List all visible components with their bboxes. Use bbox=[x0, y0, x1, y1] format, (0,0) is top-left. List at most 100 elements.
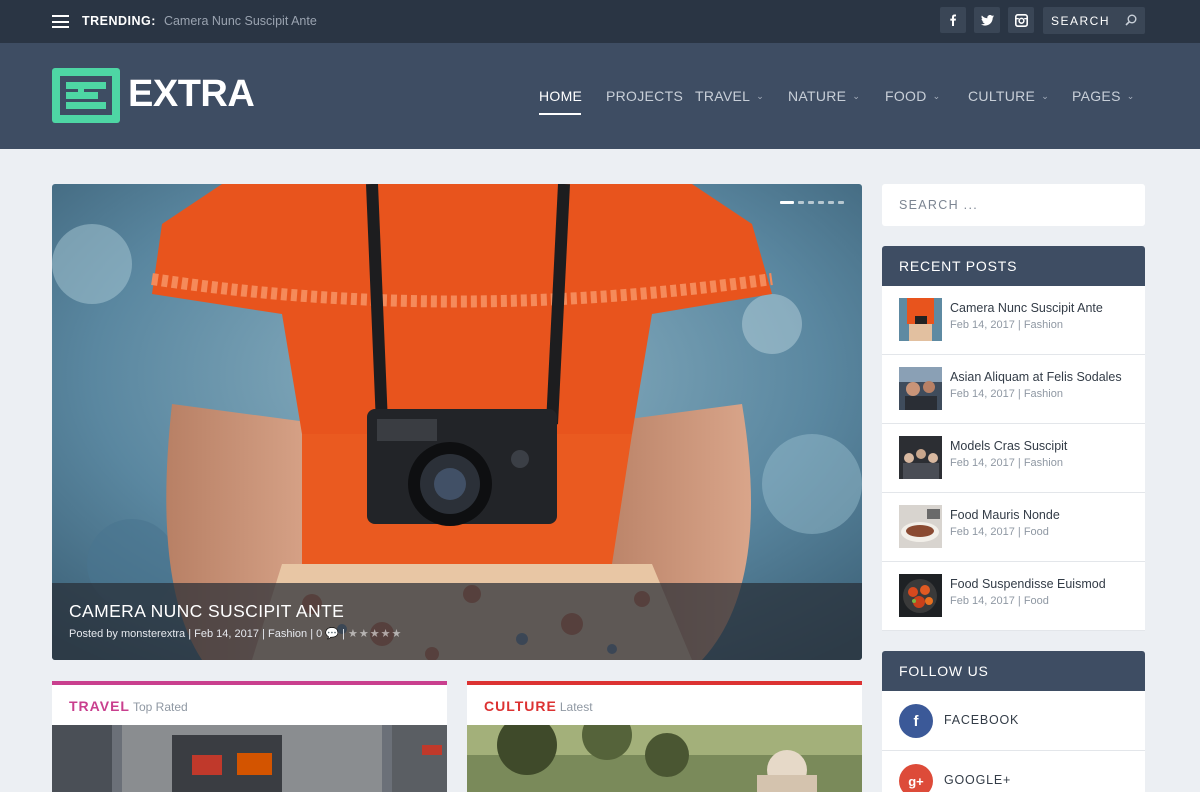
post-thumbnail[interactable] bbox=[899, 298, 942, 341]
logo-icon[interactable] bbox=[52, 68, 120, 123]
google-plus-icon: g+ bbox=[899, 764, 933, 792]
sidebar-search bbox=[882, 184, 1145, 226]
widget-title: RECENT POSTS bbox=[899, 258, 1018, 274]
slider-dot[interactable] bbox=[818, 201, 824, 204]
trending-label: TRENDING: bbox=[82, 14, 156, 28]
post-meta: Feb 14, 2017 | Food bbox=[950, 595, 1049, 607]
nav-label: CULTURE bbox=[968, 88, 1036, 104]
hero-title[interactable]: CAMERA NUNC SUSCIPIT ANTE bbox=[69, 601, 344, 622]
featured-slider[interactable]: CAMERA NUNC SUSCIPIT ANTE Posted by mons… bbox=[52, 184, 862, 660]
author-link[interactable]: monsterextra bbox=[121, 628, 185, 640]
card-accent-bar bbox=[467, 681, 862, 685]
instagram-icon[interactable] bbox=[1008, 7, 1034, 33]
nav-label: PROJECTS bbox=[606, 88, 684, 104]
hero-caption: CAMERA NUNC SUSCIPIT ANTE Posted by mons… bbox=[52, 583, 862, 660]
chevron-down-icon: ⌄ bbox=[756, 91, 765, 101]
slider-dot[interactable] bbox=[808, 201, 814, 204]
site-header: EXTRA HOME PROJECTS TRAVEL ⌄ NATURE ⌄ FOOD… bbox=[0, 43, 1200, 149]
sidebar-search-input[interactable] bbox=[899, 196, 1129, 214]
google-plus-glyph: g+ bbox=[908, 773, 924, 789]
post-date: Feb 14, 2017 bbox=[950, 526, 1015, 538]
facebook-icon: f bbox=[899, 704, 933, 738]
nav-label: FOOD bbox=[885, 88, 927, 104]
search-icon[interactable] bbox=[1125, 14, 1137, 26]
post-title[interactable]: Food Suspendisse Euismod bbox=[950, 577, 1106, 591]
category-link[interactable]: Fashion bbox=[1024, 388, 1063, 400]
follow-facebook[interactable]: f FACEBOOK bbox=[882, 691, 1145, 751]
post-date: Feb 14, 2017 bbox=[950, 388, 1015, 400]
nav-label: HOME bbox=[539, 88, 583, 104]
nav-travel[interactable]: TRAVEL ⌄ bbox=[695, 88, 764, 104]
active-nav-indicator bbox=[539, 113, 581, 115]
card-image[interactable] bbox=[467, 725, 862, 792]
comment-count[interactable]: 0 bbox=[316, 628, 322, 640]
post-date: Feb 14, 2017 bbox=[950, 595, 1015, 607]
post-date: Feb 14, 2017 bbox=[950, 457, 1015, 469]
nav-culture[interactable]: CULTURE ⌄ bbox=[968, 88, 1049, 104]
recent-post-item[interactable]: Models Cras Suscipit Feb 14, 2017 | Fash… bbox=[882, 424, 1145, 493]
recent-post-item[interactable]: Camera Nunc Suscipit Ante Feb 14, 2017 |… bbox=[882, 286, 1145, 355]
follow-us-header: FOLLOW US bbox=[882, 651, 1145, 691]
card-subtitle: Top Rated bbox=[132, 700, 188, 714]
posted-by-label: Posted by bbox=[69, 628, 118, 640]
category-card-travel: TRAVEL Top Rated bbox=[52, 681, 447, 792]
top-search-input[interactable] bbox=[1051, 12, 1127, 30]
follow-label: GOOGLE+ bbox=[944, 773, 1012, 787]
post-thumbnail[interactable] bbox=[899, 574, 942, 617]
category-link[interactable]: Fashion bbox=[268, 628, 307, 640]
post-meta: Feb 14, 2017 | Food bbox=[950, 526, 1049, 538]
recent-posts-list: Camera Nunc Suscipit Ante Feb 14, 2017 |… bbox=[882, 286, 1145, 631]
nav-home[interactable]: HOME bbox=[539, 88, 582, 104]
post-title[interactable]: Models Cras Suscipit bbox=[950, 439, 1067, 453]
card-subtitle: Latest bbox=[559, 700, 593, 714]
recent-post-item[interactable]: Food Mauris Nonde Feb 14, 2017 | Food bbox=[882, 493, 1145, 562]
post-date: Feb 14, 2017 bbox=[950, 319, 1015, 331]
follow-google-plus[interactable]: g+ GOOGLE+ bbox=[882, 751, 1145, 792]
category-link[interactable]: Fashion bbox=[1024, 319, 1063, 331]
card-accent-bar bbox=[52, 681, 447, 685]
post-thumbnail[interactable] bbox=[899, 367, 942, 410]
post-meta: Feb 14, 2017 | Fashion bbox=[950, 319, 1063, 331]
chevron-down-icon: ⌄ bbox=[1041, 91, 1050, 101]
post-title[interactable]: Camera Nunc Suscipit Ante bbox=[950, 301, 1103, 315]
recent-post-item[interactable]: Food Suspendisse Euismod Feb 14, 2017 | … bbox=[882, 562, 1145, 631]
widget-title: FOLLOW US bbox=[899, 663, 989, 679]
post-meta: Feb 14, 2017 | Fashion bbox=[950, 457, 1063, 469]
slider-dot[interactable] bbox=[780, 201, 794, 204]
slider-dot[interactable] bbox=[838, 201, 844, 204]
nav-food[interactable]: FOOD ⌄ bbox=[885, 88, 941, 104]
follow-label: FACEBOOK bbox=[944, 713, 1020, 727]
chevron-down-icon: ⌄ bbox=[852, 91, 861, 101]
post-date: Feb 14, 2017 bbox=[194, 628, 260, 640]
nav-label: TRAVEL bbox=[695, 88, 751, 104]
post-title[interactable]: Asian Aliquam at Felis Sodales bbox=[950, 370, 1122, 384]
follow-us-list: f FACEBOOK g+ GOOGLE+ bbox=[882, 691, 1145, 792]
category-link[interactable]: Food bbox=[1024, 526, 1049, 538]
nav-nature[interactable]: NATURE ⌄ bbox=[788, 88, 860, 104]
facebook-icon[interactable] bbox=[940, 7, 966, 33]
post-thumbnail[interactable] bbox=[899, 436, 942, 479]
category-link[interactable]: Food bbox=[1024, 595, 1049, 607]
facebook-glyph: f bbox=[913, 712, 919, 730]
slider-dot[interactable] bbox=[828, 201, 834, 204]
category-link[interactable]: Fashion bbox=[1024, 457, 1063, 469]
card-category[interactable]: TRAVEL bbox=[69, 698, 130, 714]
menu-icon[interactable] bbox=[52, 15, 69, 28]
hero-meta: Posted by monsterextra | Feb 14, 2017 | … bbox=[69, 628, 403, 640]
nav-projects[interactable]: PROJECTS bbox=[606, 88, 683, 104]
top-search-box bbox=[1043, 7, 1145, 34]
twitter-icon[interactable] bbox=[974, 7, 1000, 33]
card-category[interactable]: CULTURE bbox=[484, 698, 557, 714]
nav-pages[interactable]: PAGES ⌄ bbox=[1072, 88, 1135, 104]
rating-stars[interactable]: ★★★★★ bbox=[348, 628, 402, 640]
top-bar: TRENDING: Camera Nunc Suscipit Ante bbox=[0, 0, 1200, 43]
nav-label: NATURE bbox=[788, 88, 847, 104]
trending-link[interactable]: Camera Nunc Suscipit Ante bbox=[164, 14, 317, 28]
slider-dot[interactable] bbox=[798, 201, 804, 204]
logo-text[interactable]: EXTRA bbox=[128, 73, 255, 116]
card-image[interactable] bbox=[52, 725, 447, 792]
post-meta: Feb 14, 2017 | Fashion bbox=[950, 388, 1063, 400]
recent-post-item[interactable]: Asian Aliquam at Felis Sodales Feb 14, 2… bbox=[882, 355, 1145, 424]
post-title[interactable]: Food Mauris Nonde bbox=[950, 508, 1060, 522]
post-thumbnail[interactable] bbox=[899, 505, 942, 548]
